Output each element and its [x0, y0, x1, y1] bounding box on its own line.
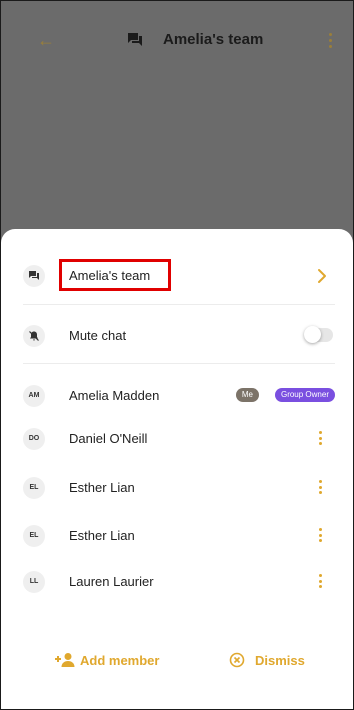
avatar: EL	[23, 477, 45, 499]
close-circle-icon	[229, 652, 245, 668]
add-member-label: Add member	[80, 653, 160, 668]
avatar: EL	[23, 525, 45, 547]
divider	[23, 363, 335, 364]
mute-chat-row[interactable]: Mute chat	[23, 316, 335, 356]
dismiss-label: Dismiss	[255, 653, 305, 668]
member-name: Daniel O'Neill	[69, 431, 148, 446]
member-name: Amelia Madden	[69, 388, 160, 403]
bell-off-icon	[23, 325, 45, 347]
avatar: LL	[23, 571, 45, 593]
member-row[interactable]: LL Lauren Laurier	[23, 562, 335, 602]
screen: ← Amelia's team Amelia's team Mute chat …	[0, 0, 354, 710]
member-name: Esther Lian	[69, 480, 135, 495]
app-bar: ← Amelia's team	[1, 1, 353, 81]
member-row[interactable]: DO Daniel O'Neill	[23, 419, 335, 459]
member-name: Esther Lian	[69, 528, 135, 543]
member-name: Lauren Laurier	[69, 574, 154, 589]
member-options-icon[interactable]	[319, 431, 323, 449]
divider	[23, 304, 335, 305]
back-arrow-icon[interactable]: ←	[37, 31, 55, 49]
chat-icon	[128, 33, 142, 46]
member-options-icon[interactable]	[319, 480, 323, 498]
member-row[interactable]: EL Esther Lian	[23, 468, 335, 508]
chevron-right-icon[interactable]	[315, 268, 329, 284]
member-options-icon[interactable]	[319, 574, 323, 592]
chat-options-sheet: Amelia's team Mute chat AM Amelia Madden…	[1, 229, 353, 709]
add-user-icon	[55, 653, 75, 667]
member-row[interactable]: EL Esther Lian	[23, 516, 335, 556]
chat-icon	[23, 265, 45, 287]
avatar: DO	[23, 428, 45, 450]
me-badge: Me	[235, 388, 259, 402]
group-owner-badge: Group Owner	[274, 388, 335, 402]
page-title: Amelia's team	[163, 31, 264, 48]
highlight-box	[59, 259, 171, 291]
mute-chat-toggle[interactable]	[304, 326, 333, 343]
member-options-icon[interactable]	[319, 528, 323, 546]
more-options-icon[interactable]	[329, 33, 333, 49]
chat-name-row[interactable]: Amelia's team	[23, 256, 335, 296]
member-row[interactable]: AM Amelia Madden Me Group Owner	[23, 376, 335, 416]
avatar: AM	[23, 385, 45, 407]
mute-chat-label: Mute chat	[69, 328, 127, 343]
